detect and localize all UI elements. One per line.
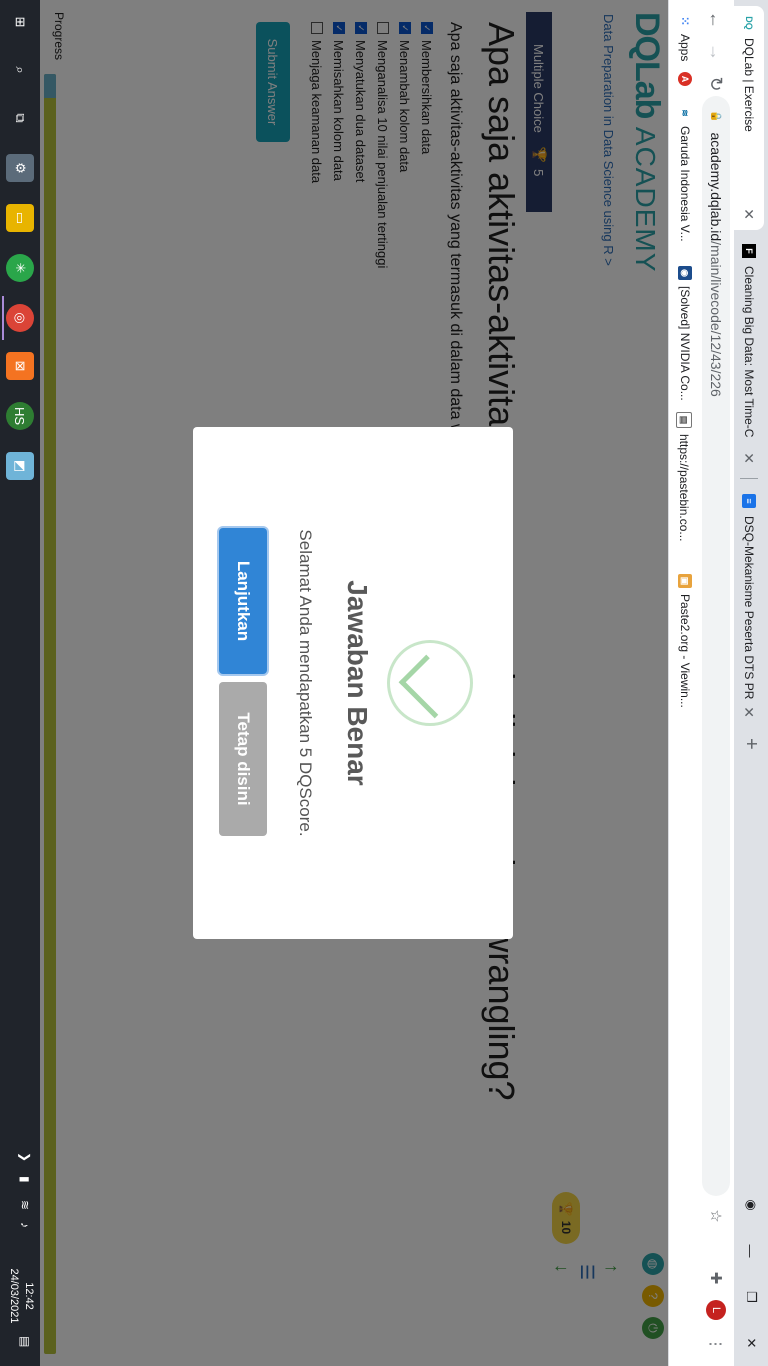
bookmark-label: Paste2.org - Viewin... xyxy=(678,594,692,708)
reload-icon[interactable]: ↻ xyxy=(704,72,728,96)
red-badge-icon: A xyxy=(678,72,692,86)
tab-dqlab[interactable]: DQ DQLab | Exercise ✕ xyxy=(734,6,764,230)
bookmark-star-icon[interactable]: ☆ xyxy=(704,1204,728,1228)
profile-avatar[interactable]: L xyxy=(704,1298,728,1322)
dqlab-favicon-icon: DQ xyxy=(744,16,754,30)
file-explorer-icon[interactable]: ▭ xyxy=(6,204,34,232)
modal-message: Selamat Anda mendapatkan 5 DQScore. xyxy=(296,529,315,837)
bookmark-garuda[interactable]: ≋ Garuda Indonesia V... xyxy=(678,106,692,242)
bookmark-nvidia[interactable]: ◉ [Solved] NVIDIA Co... xyxy=(678,266,692,401)
xampp-app-icon[interactable]: ⊠ xyxy=(6,352,34,380)
battery-icon[interactable]: ▮ xyxy=(18,1176,32,1183)
bookmarks-bar: ⁙ Apps A ≋ Garuda Indonesia V... ◉ [Solv… xyxy=(668,0,698,1366)
search-icon[interactable]: ⌕ xyxy=(6,56,34,84)
clock-time: 12:42 xyxy=(23,1282,35,1310)
bookmark-apps[interactable]: ⁙ Apps xyxy=(678,14,692,61)
tab-strip: DQ DQLab | Exercise ✕ F Cleaning Big Dat… xyxy=(734,0,768,1366)
chrome-app-icon[interactable]: ◎ xyxy=(6,304,34,332)
bookmark-paste2[interactable]: ▣ Paste2.org - Viewin... xyxy=(678,574,692,708)
close-window-icon[interactable]: ✕ xyxy=(734,1320,768,1366)
bookmark-pastebin[interactable]: ▤ https://pastebin.co... xyxy=(676,412,692,541)
task-view-icon[interactable]: ⧉ xyxy=(6,104,34,132)
forbes-favicon-icon: F xyxy=(742,244,756,258)
forward-arrow-icon[interactable]: → xyxy=(704,40,728,64)
tab-separator xyxy=(740,478,758,479)
docs-favicon-icon: ≡ xyxy=(742,494,756,508)
settings-app-icon[interactable]: ⚙ xyxy=(6,154,34,182)
url-host: academy.dqlab.id xyxy=(708,132,724,242)
minimize-icon[interactable]: — xyxy=(734,1228,768,1274)
tray-chevron-icon[interactable]: ❯ xyxy=(18,1152,32,1162)
restore-icon[interactable]: ❐ xyxy=(734,1274,768,1320)
notification-icon[interactable]: ▤ xyxy=(18,1336,32,1347)
address-bar[interactable]: 🔒 academy.dqlab.id/main/livecode/12/43/2… xyxy=(702,96,730,1196)
screen: DQ DQLab | Exercise ✕ F Cleaning Big Dat… xyxy=(0,0,768,1366)
bookmark-red-badge[interactable]: A xyxy=(678,72,692,92)
system-clock[interactable]: 12:42 24/03/2021 xyxy=(6,1264,36,1328)
bookmark-label: https://pastebin.co... xyxy=(677,434,691,542)
close-tab-icon[interactable]: ✕ xyxy=(741,208,758,220)
wifi-icon[interactable]: ≋ xyxy=(18,1200,32,1210)
page-content: DQLab ACADEMY Data Preparation in Data S… xyxy=(40,0,668,1366)
apps-grid-icon: ⁙ xyxy=(678,15,692,27)
extensions-icon[interactable]: ✚ xyxy=(704,1266,728,1290)
windows-start-icon[interactable]: ⊞ xyxy=(6,8,34,36)
stay-here-button[interactable]: Tetap disini xyxy=(219,682,267,836)
volume-icon[interactable]: ♪ xyxy=(18,1222,32,1228)
tab-search-icon[interactable]: ◉ xyxy=(734,1182,768,1228)
url-path: /main/livecode/12/43/226 xyxy=(708,241,724,397)
chrome-active-indicator xyxy=(2,296,4,340)
tab-title: Cleaning Big Data: Most Time-C xyxy=(742,266,756,438)
bookmark-label: [Solved] NVIDIA Co... xyxy=(678,286,692,401)
modal-title: Jawaban Benar xyxy=(342,580,373,786)
windows-taskbar: ⊞ ⌕ ⧉ ⚙ ▭ ✳ ◎ ⊠ HS ◩ ❯ ▮ ≋ ♪ 12:42 24/03… xyxy=(0,0,40,1366)
clock-date: 24/03/2021 xyxy=(8,1268,20,1324)
tab-title: DSQ-Mekanisme Peserta DTS PR xyxy=(742,516,756,700)
nvidia-icon: ◉ xyxy=(678,266,692,280)
pastebin-icon: ▤ xyxy=(676,412,692,428)
close-tab-icon[interactable]: ✕ xyxy=(741,706,758,718)
hs-app-icon[interactable]: HS xyxy=(6,402,34,430)
atom-app-icon[interactable]: ✳ xyxy=(6,254,34,282)
tab-title: DQLab | Exercise xyxy=(742,38,756,132)
close-tab-icon[interactable]: ✕ xyxy=(741,452,758,464)
new-tab-plus-icon[interactable]: + xyxy=(739,738,762,750)
tab-cleaning-big-data[interactable]: F Cleaning Big Data: Most Time-C ✕ xyxy=(734,234,764,474)
tab-dsq-mekanisme[interactable]: ≡ DSQ-Mekanisme Peserta DTS PR ✕ xyxy=(734,484,764,728)
success-check-icon xyxy=(387,640,473,726)
bookmark-label: Garuda Indonesia V... xyxy=(678,126,692,242)
lock-icon: 🔒 xyxy=(710,110,722,123)
bookmark-label: Apps xyxy=(678,34,692,62)
answer-result-modal: Jawaban Benar Selamat Anda mendapatkan 5… xyxy=(193,427,513,939)
garuda-icon: ≋ xyxy=(680,109,691,117)
browser-toolbar: ← → ↻ 🔒 academy.dqlab.id/main/livecode/1… xyxy=(698,0,734,1366)
image-viewer-app-icon[interactable]: ◩ xyxy=(6,452,34,480)
back-arrow-icon[interactable]: ← xyxy=(704,8,728,32)
menu-dots-icon[interactable]: ⋮ xyxy=(704,1332,728,1356)
paste2-icon: ▣ xyxy=(678,574,692,588)
continue-button[interactable]: Lanjutkan xyxy=(219,528,267,674)
